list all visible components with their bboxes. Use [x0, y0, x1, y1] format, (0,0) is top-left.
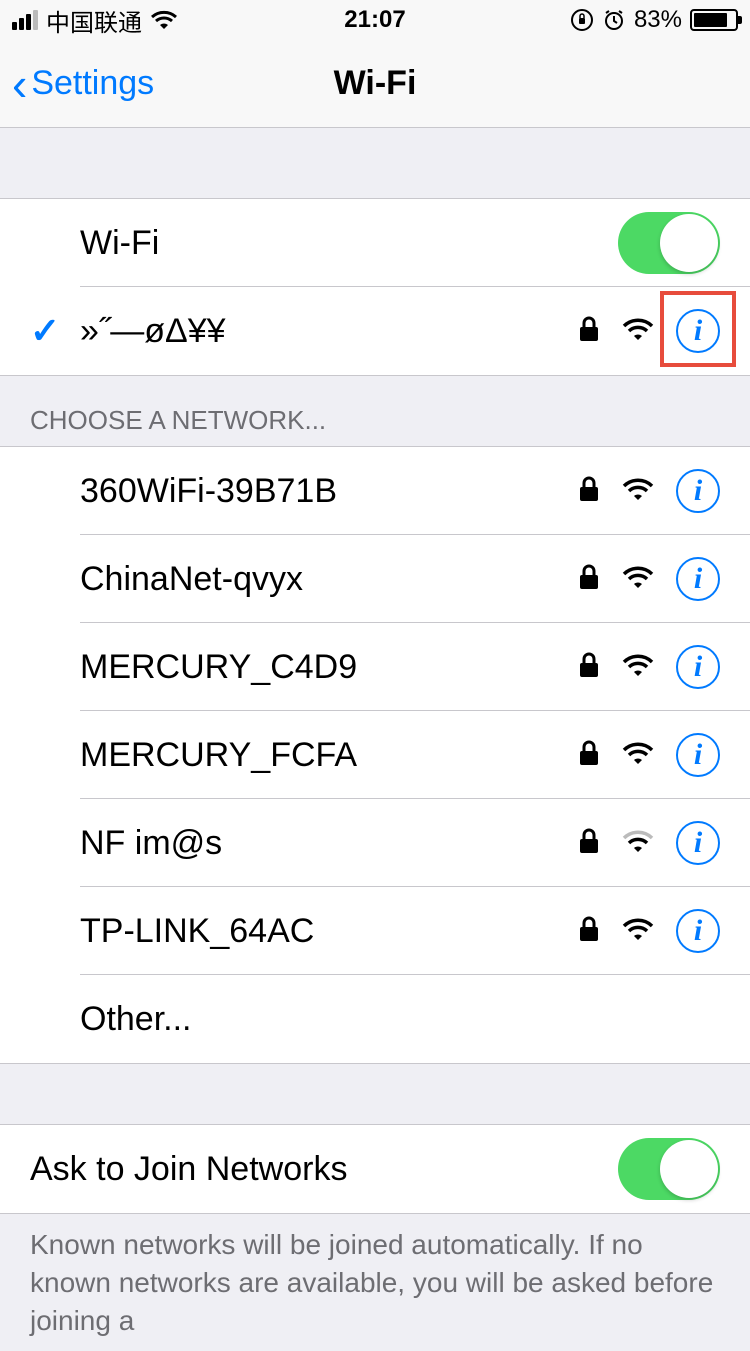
wifi-signal-icon: [622, 740, 654, 771]
page-title: Wi-Fi: [334, 64, 417, 103]
info-button[interactable]: i: [676, 645, 720, 689]
lock-icon: [578, 475, 600, 508]
connected-ssid: »˝—øΔ¥¥: [80, 312, 578, 351]
info-button[interactable]: i: [676, 469, 720, 513]
other-label: Other...: [80, 1000, 720, 1039]
ask-join-row: Ask to Join Networks: [0, 1125, 750, 1213]
networks-section: 360WiFi-39B71B i ChinaNet-qvyx i MERCURY…: [0, 446, 750, 1064]
wifi-section: Wi-Fi ✓ »˝—øΔ¥¥ i: [0, 198, 750, 376]
status-time: 21:07: [344, 6, 405, 34]
network-ssid: TP-LINK_64AC: [80, 912, 578, 951]
connected-network-row[interactable]: ✓ »˝—øΔ¥¥ i: [0, 287, 750, 375]
wifi-signal-icon: [622, 828, 654, 859]
back-button[interactable]: ‹ Settings: [0, 61, 154, 107]
info-button[interactable]: i: [676, 733, 720, 777]
network-row[interactable]: TP-LINK_64AC i: [0, 887, 750, 975]
checkmark-icon: ✓: [30, 310, 60, 352]
battery-icon: [690, 9, 738, 31]
ask-join-label: Ask to Join Networks: [30, 1150, 618, 1189]
wifi-signal-icon: [622, 652, 654, 683]
wifi-status-icon: [150, 9, 178, 31]
alarm-icon: [602, 8, 626, 32]
info-button[interactable]: i: [676, 821, 720, 865]
wifi-signal-icon: [622, 316, 654, 347]
network-row[interactable]: ChinaNet-qvyx i: [0, 535, 750, 623]
ask-join-toggle[interactable]: [618, 1138, 720, 1200]
lock-icon: [578, 563, 600, 596]
footer-text: Known networks will be joined automatica…: [0, 1214, 750, 1351]
carrier-label: 中国联通: [46, 3, 142, 38]
battery-percent: 83%: [634, 6, 682, 34]
network-row[interactable]: NF im@s i: [0, 799, 750, 887]
wifi-signal-icon: [622, 916, 654, 947]
status-bar: 中国联通 21:07 83%: [0, 0, 750, 40]
choose-network-header: CHOOSE A NETWORK...: [0, 393, 356, 446]
lock-icon: [578, 915, 600, 948]
wifi-toggle-label: Wi-Fi: [80, 224, 618, 263]
nav-bar: ‹ Settings Wi-Fi: [0, 40, 750, 128]
wifi-signal-icon: [622, 476, 654, 507]
network-ssid: MERCURY_C4D9: [80, 648, 578, 687]
cellular-signal-icon: [12, 10, 38, 30]
orientation-lock-icon: [570, 8, 594, 32]
lock-icon: [578, 315, 600, 348]
network-ssid: MERCURY_FCFA: [80, 736, 578, 775]
lock-icon: [578, 651, 600, 684]
info-button[interactable]: i: [676, 909, 720, 953]
other-network-row[interactable]: Other...: [0, 975, 750, 1063]
network-ssid: NF im@s: [80, 824, 578, 863]
wifi-toggle-row: Wi-Fi: [0, 199, 750, 287]
wifi-toggle[interactable]: [618, 212, 720, 274]
info-button[interactable]: i: [676, 557, 720, 601]
network-ssid: ChinaNet-qvyx: [80, 560, 578, 599]
info-button[interactable]: i: [676, 309, 720, 353]
network-row[interactable]: 360WiFi-39B71B i: [0, 447, 750, 535]
network-ssid: 360WiFi-39B71B: [80, 472, 578, 511]
lock-icon: [578, 739, 600, 772]
lock-icon: [578, 827, 600, 860]
ask-join-section: Ask to Join Networks: [0, 1124, 750, 1214]
network-row[interactable]: MERCURY_C4D9 i: [0, 623, 750, 711]
network-row[interactable]: MERCURY_FCFA i: [0, 711, 750, 799]
back-label: Settings: [31, 64, 154, 103]
chevron-left-icon: ‹: [12, 61, 27, 107]
wifi-signal-icon: [622, 564, 654, 595]
